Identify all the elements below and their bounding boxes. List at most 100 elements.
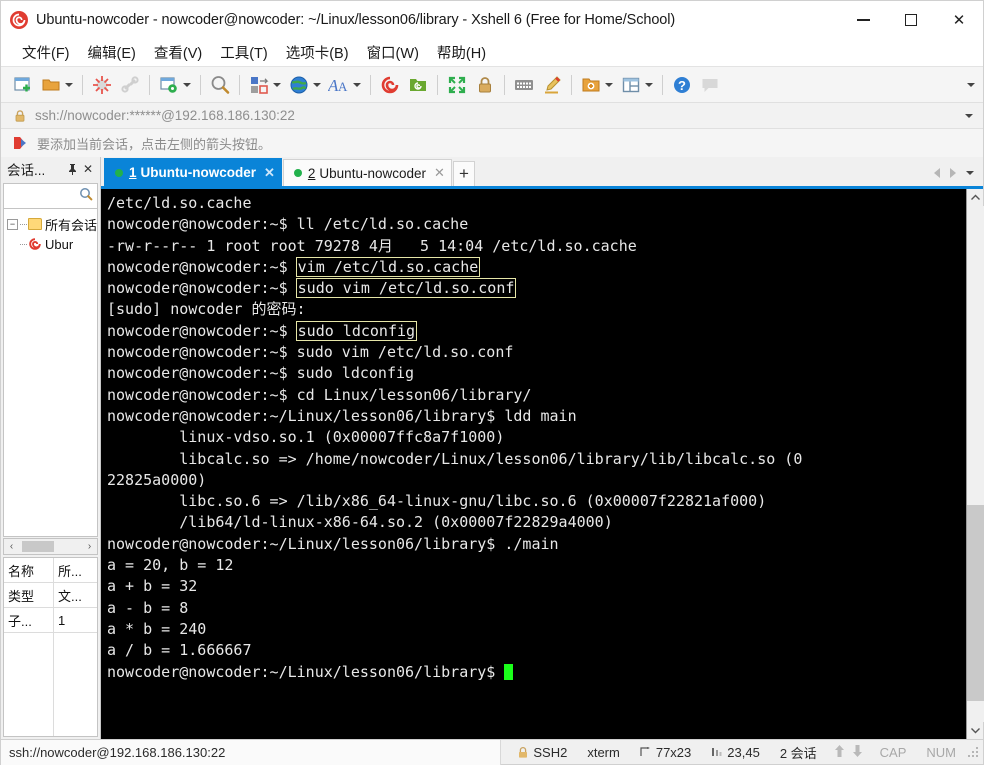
menu-window[interactable]: 窗口(W): [358, 39, 428, 66]
lock-icon[interactable]: [471, 70, 499, 100]
hscroll-thumb[interactable]: [22, 541, 54, 552]
open-session-icon[interactable]: [37, 70, 65, 100]
address-dropdown-icon[interactable]: [965, 103, 973, 129]
toolbar-overflow-icon[interactable]: [967, 67, 975, 103]
new-folder-icon[interactable]: [577, 70, 605, 100]
layout-caret-icon[interactable]: [271, 71, 283, 99]
lock-icon: [13, 109, 27, 123]
menu-tools[interactable]: 工具(T): [211, 39, 277, 66]
status-size: 77x23: [630, 740, 701, 765]
new-session-icon[interactable]: [9, 70, 37, 100]
terminal-line: nowcoder@nowcoder:~$ sudo vim /etc/ld.so…: [107, 278, 966, 299]
reconnect-icon[interactable]: [116, 70, 144, 100]
sessions-tree[interactable]: − 所有会话 Ubur: [3, 209, 98, 537]
session-properties-icon[interactable]: [155, 70, 183, 100]
font-size-caret-icon[interactable]: [351, 71, 363, 99]
tab-2-ubuntu-nowcoder[interactable]: 2 Ubuntu-nowcoder ✕: [282, 159, 452, 186]
maximize-button[interactable]: [887, 1, 935, 39]
terminal-scrollbar[interactable]: [966, 189, 984, 739]
terminal-line: a * b = 240: [107, 619, 966, 640]
menu-file[interactable]: 文件(F): [13, 39, 79, 66]
scroll-right-icon[interactable]: ›: [82, 539, 97, 554]
globe-caret-icon[interactable]: [311, 71, 323, 99]
next-tab-icon[interactable]: [945, 164, 961, 182]
scrollbar-thumb[interactable]: [966, 505, 984, 702]
tab-1-ubuntu-nowcoder[interactable]: 1 Ubuntu-nowcoder ✕: [104, 158, 282, 186]
terminal-text: 22825a0000): [107, 470, 207, 489]
tree-node-label: Ubur: [45, 236, 74, 252]
scroll-down-icon[interactable]: [967, 722, 984, 739]
property-key: 名称: [4, 558, 54, 582]
tab-list-icon[interactable]: [961, 164, 979, 182]
xshell-icon[interactable]: [376, 70, 404, 100]
terminal-text: -rw-r--r-- 1 root root 79278 4月 5 14:04 …: [107, 236, 637, 255]
scrollbar-track[interactable]: [966, 206, 984, 722]
highlight-pen-icon[interactable]: [538, 70, 566, 100]
minimize-button[interactable]: [839, 1, 887, 39]
svg-text:?: ?: [678, 78, 686, 93]
xftp-icon[interactable]: [404, 70, 432, 100]
tree-collapse-icon[interactable]: −: [7, 218, 18, 230]
address-input[interactable]: ssh://nowcoder:******@192.168.186.130:22: [35, 108, 295, 123]
status-connection: ssh://nowcoder@192.168.186.130:22: [1, 739, 501, 765]
font-size-icon[interactable]: A A: [325, 70, 353, 100]
sessions-panel-header: 会话... ✕: [1, 157, 100, 181]
sessions-panel: 会话... ✕ − 所有会话 Ubur ‹ › 名称 所... 类型 文... …: [1, 157, 101, 739]
close-panel-icon[interactable]: ✕: [80, 160, 96, 178]
search-icon[interactable]: [79, 187, 93, 206]
upload-icon: [833, 744, 846, 761]
xshell-session-icon: [28, 237, 42, 251]
globe-encoding-icon[interactable]: [285, 70, 313, 100]
terminal-line: nowcoder@nowcoder:~/Linux/lesson06/libra…: [107, 662, 966, 683]
title-bar: Ubuntu-nowcoder - nowcoder@nowcoder: ~/L…: [1, 1, 983, 39]
terminal-line: 22825a0000): [107, 470, 966, 491]
open-session-caret-icon[interactable]: [63, 71, 75, 99]
tab-close-icon[interactable]: ✕: [264, 165, 275, 181]
scroll-left-icon[interactable]: ‹: [4, 539, 19, 554]
sessions-hscrollbar[interactable]: ‹ ›: [3, 538, 98, 555]
menu-tabs[interactable]: 选项卡(B): [277, 39, 358, 66]
toolbar-separator: [149, 74, 150, 95]
chat-icon[interactable]: [696, 70, 724, 100]
fullscreen-icon[interactable]: [443, 70, 471, 100]
terminal-text: /etc/ld.so.cache: [107, 194, 252, 212]
help-icon[interactable]: ?: [668, 70, 696, 100]
pin-icon[interactable]: [64, 160, 80, 178]
toolbar-separator: [571, 74, 572, 95]
terminal-size-icon: [640, 746, 651, 758]
terminal-text: nowcoder@nowcoder:~$: [107, 257, 297, 276]
menu-edit[interactable]: 编辑(E): [79, 39, 145, 66]
menu-help[interactable]: 帮助(H): [428, 39, 495, 66]
disconnect-icon[interactable]: [88, 70, 116, 100]
tab-close-icon[interactable]: ✕: [434, 165, 445, 181]
panes-caret-icon[interactable]: [643, 71, 655, 99]
status-num-lock: NUM: [926, 744, 956, 760]
sessions-search-box[interactable]: [3, 183, 98, 209]
tree-node-ubuntu[interactable]: Ubur: [4, 234, 97, 254]
scroll-up-icon[interactable]: [967, 189, 984, 206]
find-icon[interactable]: [206, 70, 234, 100]
resize-grip[interactable]: [966, 745, 980, 759]
session-properties-caret-icon[interactable]: [181, 71, 193, 99]
terminal-wrapper: /etc/ld.so.cache nowcoder@nowcoder:~$ ll …: [101, 186, 984, 739]
new-folder-caret-icon[interactable]: [603, 71, 615, 99]
property-row: 类型 文...: [4, 583, 97, 608]
terminal-line: a = 20, b = 12: [107, 555, 966, 576]
address-bar[interactable]: ssh://nowcoder:******@192.168.186.130:22: [1, 103, 983, 129]
status-sessions: 2 会话: [779, 745, 817, 761]
keyboard-icon[interactable]: [510, 70, 538, 100]
terminal-highlight-box: sudo ldconfig: [295, 320, 418, 341]
panes-icon[interactable]: [617, 70, 645, 100]
new-tab-button[interactable]: +: [452, 161, 475, 186]
menu-view[interactable]: 查看(V): [145, 39, 211, 66]
tree-line: [20, 243, 27, 245]
prev-tab-icon[interactable]: [929, 164, 945, 182]
terminal-output[interactable]: /etc/ld.so.cache nowcoder@nowcoder:~$ ll …: [101, 189, 966, 739]
tree-node-all-sessions[interactable]: − 所有会话: [4, 214, 97, 234]
layout-icon[interactable]: [245, 70, 273, 100]
terminal-text: libc.so.6 => /lib/x86_64-linux-gnu/libc.…: [107, 492, 767, 511]
terminal-line: libc.so.6 => /lib/x86_64-linux-gnu/libc.…: [107, 491, 966, 512]
menu-bar: 文件(F) 编辑(E) 查看(V) 工具(T) 选项卡(B) 窗口(W) 帮助(…: [1, 39, 983, 67]
tab-label: 2 Ubuntu-nowcoder: [307, 165, 426, 181]
close-button[interactable]: ✕: [935, 1, 983, 39]
